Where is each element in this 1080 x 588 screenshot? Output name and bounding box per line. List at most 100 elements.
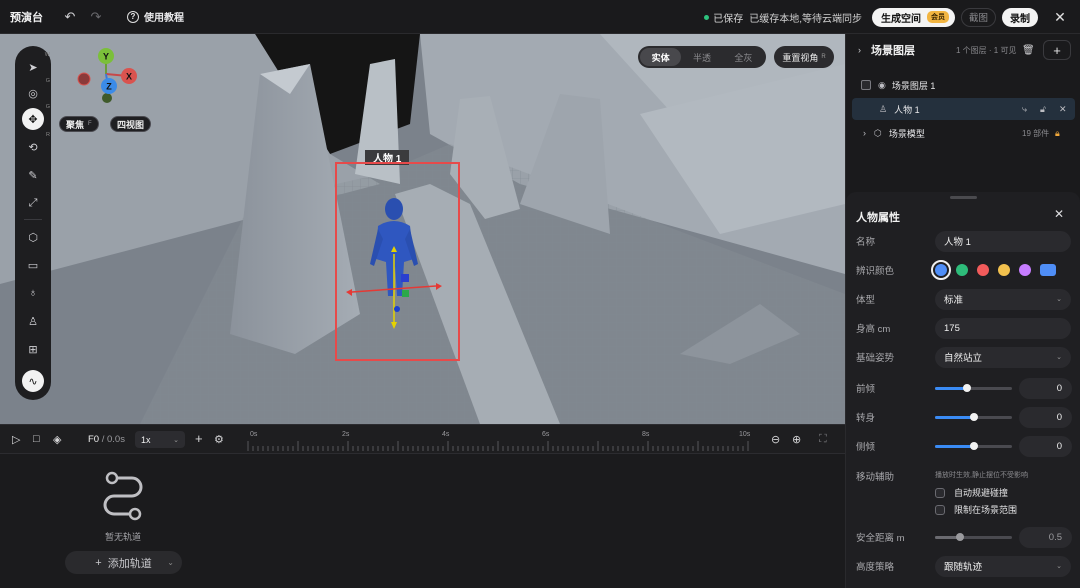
height-input[interactable]: 175 [935,317,1071,339]
generate-space-button[interactable]: 生成空间 会员 [871,7,955,27]
render-mode-solid[interactable]: 实体 [640,48,682,66]
color-swatch-yellow[interactable] [998,264,1010,276]
add-layer-button[interactable]: + [1043,40,1071,60]
vip-badge: 会员 [926,11,949,23]
name-row: 名称 人物 1 [856,230,1072,252]
body-type-label: 体型 [856,295,876,306]
layer-row[interactable]: › ⬡ 场景模型 19 部件 🔒︎ [852,122,1075,144]
drag-handle[interactable] [950,196,977,199]
render-mode-translucent[interactable]: 半透 [681,48,722,66]
speed-select[interactable]: 1x ⌄ [135,431,185,448]
limit-bounds-option[interactable]: 限制在场景范围 [935,503,1017,516]
custom-color-swatch[interactable] [1040,264,1056,276]
close-icon[interactable]: ✕ [1050,9,1070,26]
rotate-icon[interactable]: ⟲ R [22,132,50,158]
tilt-label: 侧倾 [856,442,876,453]
safe-distance-input[interactable]: 0.5 [1019,526,1072,548]
cube-icon: ⬡ [874,127,882,138]
stop-icon[interactable]: □ [33,433,40,445]
close-icon[interactable]: ✕ [1054,207,1064,221]
person-icon[interactable]: ♙ [22,310,44,332]
properties-title: 人物属性 [856,212,900,224]
move-icon[interactable]: ✥ G [22,104,50,130]
lean-label: 前倾 [856,384,876,395]
chevron-right-icon[interactable]: › [863,128,866,138]
tilt-input[interactable]: 0 [1019,435,1072,457]
trash-icon[interactable]: 🗑 [1022,45,1035,56]
slider-knob[interactable] [969,441,978,450]
chevron-down-icon: ⌄ [1056,354,1062,361]
lock-icon[interactable]: 🔒︎ [1055,128,1060,139]
limit-bounds-label: 限制在场景范围 [954,505,1018,515]
time-ruler[interactable]: 0s 2s 4s 6s 8s 10s [247,429,757,453]
focus-button[interactable]: 聚焦 F [59,116,99,132]
safe-distance-slider[interactable] [935,532,1012,541]
ruler-label: 6s [542,431,550,438]
ruler-label: 2s [342,431,350,438]
layer-checkbox[interactable] [861,80,871,90]
add-keyframe-icon[interactable]: + [195,431,203,446]
lean-input[interactable]: 0 [1019,377,1072,399]
zoom-in-icon[interactable]: ⊕ [792,433,801,446]
turn-slider[interactable] [935,412,1012,421]
slider-knob[interactable] [963,383,972,392]
color-swatch-green[interactable] [956,264,968,276]
light-icon[interactable]: ♁ [22,282,44,304]
turn-input[interactable]: 0 [1019,406,1072,428]
height-strategy-select[interactable]: 跟随轨迹 ⌄ [935,555,1071,577]
chevron-right-icon[interactable]: › [858,45,861,55]
help-button[interactable]: ? 使用教程 [127,9,184,24]
layer-label: 人物 1 [894,104,920,115]
axis-gizmo[interactable]: Y X Z [72,44,142,109]
record-button[interactable]: 录制 [1002,7,1038,27]
help-label: 使用教程 [144,13,184,24]
lock-icon[interactable]: 🔓︎ [1040,104,1046,115]
layer-row[interactable]: ◉ 场景图层 1 [852,74,1075,96]
pose-select[interactable]: 自然站立 ⌄ [935,346,1071,368]
avoid-collision-option[interactable]: 自动规避碰撞 [935,486,1008,499]
keyframe-icon[interactable]: ◈ [53,433,61,446]
selection-box [335,162,460,361]
fullscreen-icon[interactable]: ⛶ [819,433,827,446]
pen-icon[interactable]: ✎ [22,164,44,186]
curve-settings-icon[interactable]: ⚙ [214,433,224,446]
quad-view-button[interactable]: 四视图 [110,116,152,132]
remove-icon[interactable]: ✕ [1059,104,1067,115]
undo-icon[interactable]: ↶ [61,8,79,26]
redo-icon[interactable]: ↷ [87,8,105,26]
empty-track-icon [103,471,143,521]
color-swatch-blue[interactable] [931,260,951,280]
frame-number: F0 [88,434,100,445]
camera-icon[interactable]: ▭ [22,254,44,276]
name-input[interactable]: 人物 1 [935,230,1071,252]
zoom-out-icon[interactable]: ⊖ [771,433,780,446]
slider-knob[interactable] [969,412,978,421]
path-link-icon[interactable]: ⤷ [1022,104,1027,115]
orbit-icon[interactable]: ◎ G [22,78,50,104]
screenshot-button[interactable]: 截图 [960,7,996,27]
app-root: 预演台 ↶ ↷ ? 使用教程 已保存 已缓存本地,等待云端同步 生成空间 会员 … [0,0,1080,588]
color-swatch-red[interactable] [977,264,989,276]
lean-slider[interactable] [935,383,1012,392]
color-swatch-purple[interactable] [1019,264,1031,276]
add-track-button[interactable]: + 添加轨道 ⌄ [65,551,182,574]
play-icon[interactable]: ▷ [12,433,20,446]
import-icon[interactable]: ⊞ [22,338,44,360]
reset-view-button[interactable]: 重置视角 R [774,46,834,68]
body-type-select[interactable]: 标准 ⌄ [935,288,1071,310]
eye-icon[interactable]: ◉ [878,80,886,91]
tilt-slider[interactable] [935,441,1012,450]
path-icon[interactable]: ∿ [22,370,44,392]
limit-bounds-checkbox[interactable] [935,504,945,515]
slider-knob[interactable] [955,532,964,541]
cube-icon[interactable]: ⬡ [22,226,44,248]
render-mode-gray[interactable]: 全灰 [723,48,764,66]
avoid-collision-checkbox[interactable] [935,487,945,498]
tool-rail: ➤ W ◎ G ✥ G ⟲ R ✎ ⤢ ⬡ ▭ ♁ ♙ ⊞ ∿ [15,46,51,400]
3d-viewport[interactable]: ➤ W ◎ G ✥ G ⟲ R ✎ ⤢ ⬡ ▭ ♁ ♙ ⊞ ∿ Y X Z 聚焦… [0,34,845,424]
safe-distance-label: 安全距离 m [856,533,905,544]
layer-row-selected[interactable]: ♙ 人物 1 ⤷ 🔓︎ ✕ [852,98,1075,120]
scale-icon[interactable]: ⤢ [22,192,44,214]
motion-label: 移动辅助 [856,472,895,483]
select-arrow-icon[interactable]: ➤ W [22,52,50,78]
